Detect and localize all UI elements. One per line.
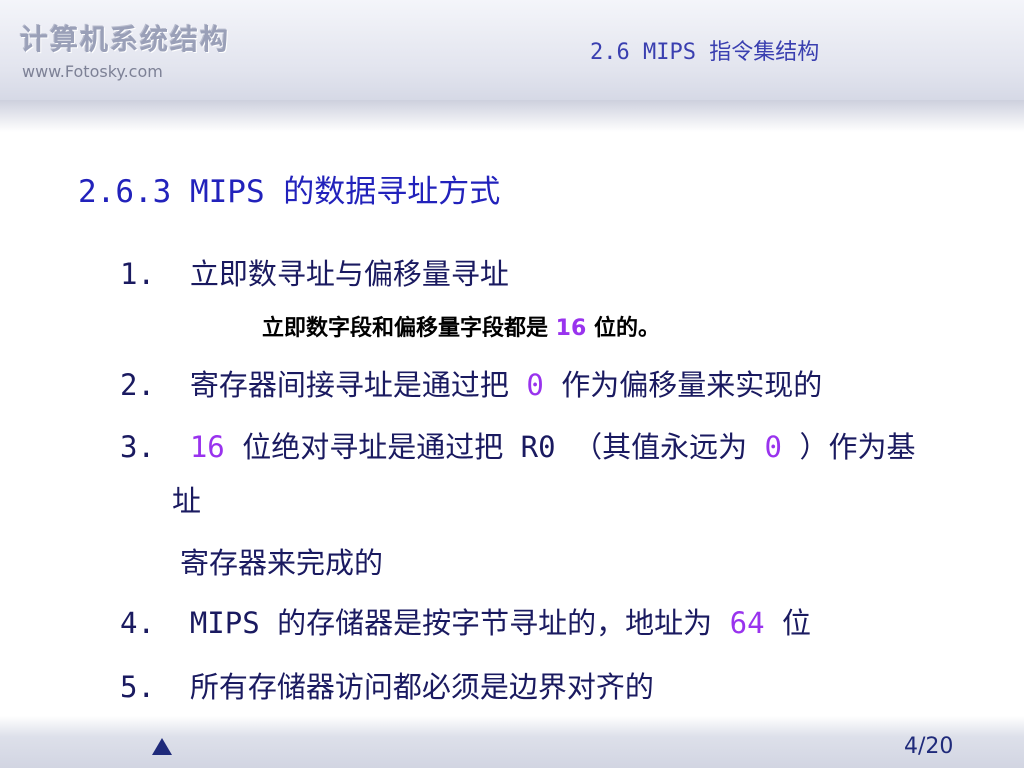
- list-item-5: 5. 所有存储器访问都必须是边界对齐的: [120, 664, 654, 706]
- list-item-2: 2. 寄存器间接寻址是通过把 0 作为偏移量来实现的: [120, 362, 822, 404]
- list-text: 作为偏移量来实现的: [543, 368, 823, 402]
- list-number: 4.: [120, 606, 155, 640]
- list-text: 位绝对寻址是通过把 R0 （其值永远为: [224, 430, 765, 464]
- brand-url: www.Fotosky.com: [22, 62, 163, 81]
- triangle-up-icon[interactable]: [152, 738, 172, 755]
- list-text: ）作为基: [782, 430, 916, 464]
- note-line: 立即数字段和偏移量字段都是 16 位的。: [262, 310, 660, 342]
- list-text: 立即数寻址与偏移量寻址: [189, 257, 509, 291]
- list-item-3-continuation: 址: [172, 484, 202, 518]
- list-item-3: 3. 16 位绝对寻址是通过把 R0 （其值永远为 0 ）作为基: [120, 424, 915, 466]
- list-text: 位: [764, 606, 811, 640]
- list-text: 所有存储器访问都必须是边界对齐的: [189, 670, 654, 704]
- highlight-number: 64: [729, 606, 765, 640]
- highlight-number: 16: [555, 316, 587, 341]
- section-title: 2.6 MIPS 指令集结构: [590, 40, 820, 65]
- note-text: 位的。: [586, 316, 660, 341]
- list-number: 1.: [120, 257, 155, 291]
- list-number: 3.: [120, 430, 155, 464]
- header-shadow: [0, 100, 1024, 132]
- page-title: 2.6.3 MIPS 的数据寻址方式: [78, 174, 501, 210]
- list-item-4: 4. MIPS 的存储器是按字节寻址的，地址为 64 位: [120, 600, 811, 642]
- list-item-3-continuation: 寄存器来完成的: [180, 546, 384, 580]
- list-text: MIPS 的存储器是按字节寻址的，地址为: [189, 606, 730, 640]
- highlight-number: 16: [189, 430, 225, 464]
- list-text: 寄存器间接寻址是通过把: [189, 368, 527, 402]
- highlight-number: 0: [764, 430, 782, 464]
- note-text: 立即数字段和偏移量字段都是: [262, 316, 556, 341]
- highlight-number: 0: [526, 368, 544, 402]
- list-number: 5.: [120, 670, 155, 704]
- page-indicator: 4/20: [904, 734, 954, 759]
- list-number: 2.: [120, 368, 155, 402]
- brand-logo-text: 计算机系统结构: [20, 23, 231, 56]
- list-item-1: 1. 立即数寻址与偏移量寻址: [120, 251, 509, 293]
